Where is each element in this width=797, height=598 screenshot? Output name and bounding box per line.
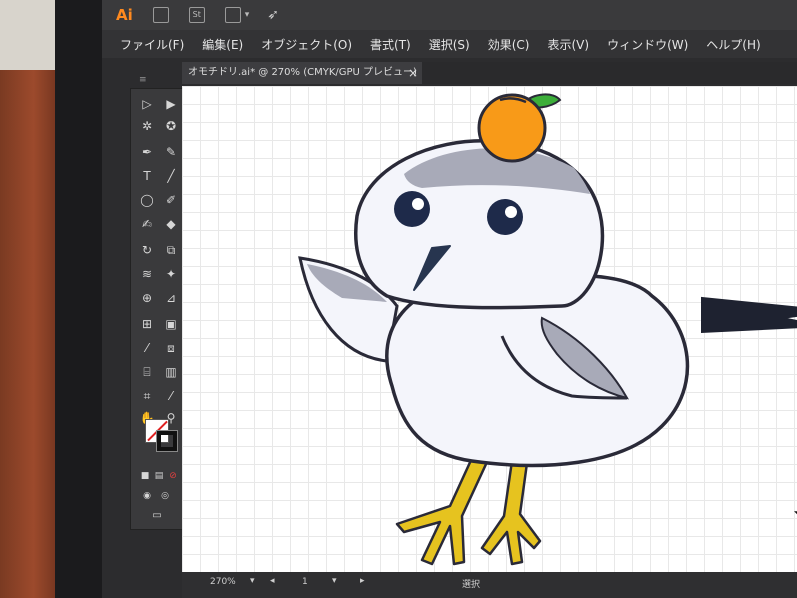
lasso-tool-icon[interactable]: ✪ <box>161 117 181 135</box>
eyedropper-tool-icon[interactable]: ⁄ <box>137 339 157 357</box>
stock-icon[interactable]: St <box>188 7 205 23</box>
shape-builder-icon[interactable]: ⊕ <box>137 289 157 307</box>
bird-left-eye <box>394 191 430 227</box>
slice-tool-icon[interactable]: ⁄ <box>161 387 181 405</box>
artboard-tool-icon[interactable]: ⌗ <box>137 387 157 405</box>
stroke-swatch-icon[interactable] <box>156 430 178 452</box>
bird-left-leg <box>395 456 489 566</box>
puppet-warp-icon[interactable]: ✦ <box>161 265 181 283</box>
live-paint-icon[interactable]: ⊿ <box>161 289 181 307</box>
gradient-tool-icon[interactable]: ▣ <box>161 315 181 333</box>
app-bar: Ai St ▾ ➶ <box>102 0 797 30</box>
menu-bar: ファイル(F) 編集(E) オブジェクト(O) 書式(T) 選択(S) 効果(C… <box>102 30 797 58</box>
menu-view[interactable]: 表示(V) <box>547 36 589 53</box>
bird-right-eye <box>487 199 523 235</box>
current-tool-status: 選択 <box>462 580 481 590</box>
shaper-tool-icon[interactable]: ✍ <box>137 215 157 233</box>
draw-inside-icon[interactable]: ◎ <box>155 487 175 505</box>
artboard-prev-icon[interactable]: ◂ <box>270 576 275 586</box>
blend-tool-icon[interactable]: ⧈ <box>161 339 181 357</box>
menu-object[interactable]: オブジェクト(O) <box>261 36 352 53</box>
bridge-icon[interactable] <box>152 7 169 23</box>
illustrator-logo: Ai <box>116 6 133 24</box>
orange-fruit <box>477 93 547 163</box>
eraser-tool-icon[interactable]: ◆ <box>161 215 181 233</box>
draw-mode-icon[interactable]: ◉ <box>137 487 157 505</box>
artboard-canvas[interactable]: ◥ <box>182 86 797 572</box>
monitor-screen: Ai St ▾ ➶ ファイル(F) 編集(E) オブジェクト(O) 書式(T) … <box>102 0 797 598</box>
pen-tool-icon[interactable]: ✒ <box>137 143 157 161</box>
curvature-tool-icon[interactable]: ✎ <box>161 143 181 161</box>
close-tab-icon[interactable]: × <box>408 62 418 84</box>
scale-tool-icon[interactable]: ⧉ <box>161 241 181 259</box>
artboard-number[interactable]: 1 <box>302 577 308 587</box>
gpu-rocket-icon[interactable]: ➶ <box>267 7 279 23</box>
artboard-caret-icon[interactable]: ▾ <box>332 576 337 586</box>
none-mode-icon[interactable]: ⊘ <box>163 467 183 485</box>
direct-selection-tool-icon[interactable]: ▶ <box>161 95 181 113</box>
zoom-caret-icon[interactable]: ▾ <box>250 576 255 586</box>
menu-window[interactable]: ウィンドウ(W) <box>607 36 688 53</box>
paintbrush-tool-icon[interactable]: ✐ <box>161 191 181 209</box>
zoom-level[interactable]: 270% <box>210 577 236 587</box>
menu-effect[interactable]: 効果(C) <box>488 36 530 53</box>
bird-tail <box>701 296 797 334</box>
panel-grip-icon[interactable]: ≡ <box>139 75 147 85</box>
bird-left-eye-highlight <box>412 198 424 210</box>
background-wall <box>0 0 60 75</box>
menu-edit[interactable]: 編集(E) <box>202 36 243 53</box>
artboard-next-icon[interactable]: ▸ <box>360 576 365 586</box>
document-tab-row: オモチドリ.ai* @ 270% (CMYK/GPU プレビュー) × <box>182 62 797 84</box>
menu-select[interactable]: 選択(S) <box>429 36 470 53</box>
bird-right-eye-highlight <box>505 206 517 218</box>
document-tab-title: オモチドリ.ai* @ 270% (CMYK/GPU プレビュー) <box>188 67 417 78</box>
screen-mode-icon[interactable]: ▭ <box>147 507 167 525</box>
workspace-grid-icon[interactable] <box>224 7 241 23</box>
mesh-tool-icon[interactable]: ⊞ <box>137 315 157 333</box>
bird-illustration <box>298 93 797 566</box>
document-tab[interactable]: オモチドリ.ai* @ 270% (CMYK/GPU プレビュー) × <box>182 62 422 84</box>
menu-file[interactable]: ファイル(F) <box>120 36 184 53</box>
tools-panel: ≡ ▷ ▶ ✲ ✪ ✒ ✎ T ╱ ◯ ✐ ✍ ◆ ↻ ⧉ ≋ ✦ ⊕ ⊿ ⊞ … <box>130 75 188 530</box>
selection-tool-icon[interactable]: ▷ <box>137 95 157 113</box>
menu-help[interactable]: ヘルプ(H) <box>706 36 760 53</box>
width-tool-icon[interactable]: ≋ <box>137 265 157 283</box>
symbol-sprayer-icon[interactable]: ⌸ <box>137 363 157 381</box>
rotate-tool-icon[interactable]: ↻ <box>137 241 157 259</box>
fill-stroke-swatches[interactable] <box>145 419 183 457</box>
status-bar: 270% ▾ ◂ 1 ▾ ▸ 選択 <box>182 572 797 598</box>
magic-wand-icon[interactable]: ✲ <box>137 117 157 135</box>
bird-right-leg <box>480 459 542 566</box>
line-tool-icon[interactable]: ╱ <box>161 167 181 185</box>
ellipse-tool-icon[interactable]: ◯ <box>137 191 157 209</box>
menu-type[interactable]: 書式(T) <box>370 36 411 53</box>
type-tool-icon[interactable]: T <box>137 167 157 185</box>
graph-tool-icon[interactable]: ▥ <box>161 363 181 381</box>
workspace-caret-icon[interactable]: ▾ <box>245 10 250 20</box>
